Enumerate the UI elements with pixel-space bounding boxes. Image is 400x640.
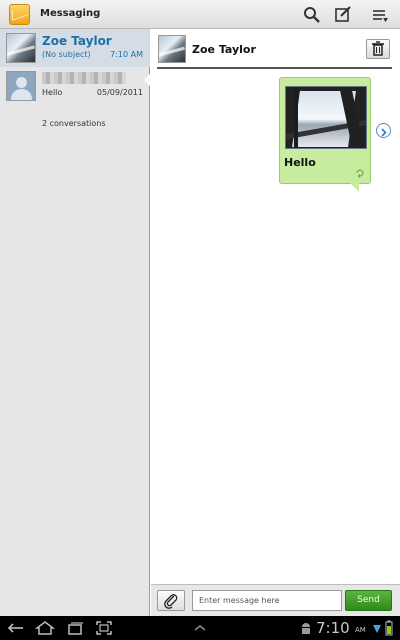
screenshot-icon (96, 621, 112, 635)
home-button[interactable] (34, 619, 56, 637)
screenshot-button[interactable] (94, 619, 114, 637)
conversation-subject: Hello (42, 88, 63, 97)
selection-indicator (144, 74, 150, 86)
menu-icon (373, 10, 388, 22)
conversation-count: 2 conversations (42, 119, 106, 128)
recent-apps-button[interactable] (65, 619, 85, 637)
message-bubble[interactable]: Hello (279, 77, 371, 184)
chevron-up-icon (194, 624, 206, 631)
menu-button[interactable] (368, 3, 392, 27)
conversation-item[interactable]: Zoe Taylor (No subject) 7:10 AM (0, 29, 150, 67)
message-image[interactable] (285, 86, 367, 149)
back-icon (7, 623, 23, 633)
message-details-button[interactable] (376, 123, 391, 138)
thread-header: Zoe Taylor (157, 33, 392, 69)
message-text: Hello (284, 156, 316, 169)
action-bar: Messaging (0, 0, 400, 29)
conversation-time: 7:10 AM (110, 50, 143, 59)
battery-icon (385, 620, 393, 636)
app-drawer-button[interactable] (190, 619, 210, 637)
clock-time: 7:10 (316, 619, 350, 637)
system-bar: 7:10 AM (0, 616, 400, 640)
delete-thread-button[interactable] (366, 39, 390, 59)
conversation-item[interactable]: Hello 05/09/2011 (0, 67, 150, 105)
messaging-app-icon[interactable] (9, 4, 30, 25)
conversation-time: 05/09/2011 (96, 88, 143, 97)
thread-title: Zoe Taylor (192, 43, 256, 56)
compose-bar: Send (151, 584, 400, 616)
paperclip-icon (164, 594, 178, 609)
back-button[interactable] (6, 619, 26, 637)
conversation-list: Zoe Taylor (No subject) 7:10 AM Hello 05… (0, 29, 150, 616)
bubble-tail (350, 183, 359, 192)
android-icon (302, 623, 310, 634)
chevron-right-icon (381, 128, 387, 137)
home-icon (34, 621, 56, 635)
compose-icon (335, 6, 351, 22)
thread-pane: Zoe Taylor Hello (151, 29, 400, 616)
wifi-icon (373, 625, 381, 633)
compose-new-button[interactable] (331, 3, 355, 27)
contact-photo (6, 33, 36, 63)
trash-icon (372, 41, 384, 56)
conversation-subject: (No subject) (42, 50, 91, 59)
search-button[interactable] (300, 3, 324, 27)
conversation-name: Zoe Taylor (42, 34, 112, 48)
search-icon (304, 7, 320, 23)
app-title: Messaging (40, 8, 101, 19)
contact-avatar (6, 71, 36, 101)
recent-apps-icon (68, 622, 83, 635)
contact-photo[interactable] (158, 35, 186, 63)
obscured-contact-name (42, 72, 126, 84)
send-button[interactable]: Send (345, 590, 392, 611)
message-input[interactable] (192, 590, 342, 611)
delivery-status-icon (356, 169, 364, 178)
clock-ampm: AM (355, 626, 366, 634)
attach-button[interactable] (157, 590, 185, 611)
